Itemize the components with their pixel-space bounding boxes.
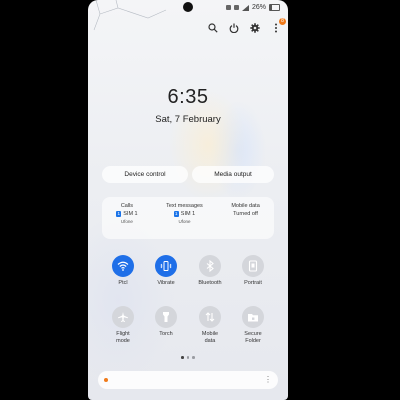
device-control-button[interactable]: Device control (102, 166, 188, 183)
page-dot (192, 356, 195, 359)
sim-icon (233, 5, 239, 10)
torch-icon[interactable] (155, 306, 177, 328)
sim-messages[interactable]: Text messages 1 SIM 1 Ufone (166, 203, 203, 224)
search-icon[interactable] (207, 22, 219, 34)
toggle-secure-folder-label: Secure Folder (244, 331, 262, 344)
sim-number-icon: 1 (116, 211, 122, 217)
sim-number-icon: 1 (173, 211, 179, 217)
mobile-data-icon[interactable] (199, 306, 221, 328)
toggle-flight-mode[interactable]: Flight mode (108, 306, 138, 344)
sim-mobile-data-status: Turned off (233, 211, 258, 217)
toggle-portrait[interactable]: Portrait (238, 255, 268, 287)
settings-gear-icon[interactable] (249, 22, 261, 34)
toggle-bluetooth[interactable]: Bluetooth (195, 255, 225, 287)
media-output-label: Media output (214, 171, 252, 178)
toggle-wifi[interactable]: Ptcl (108, 255, 138, 287)
secure-folder-icon[interactable] (242, 306, 264, 328)
airplane-icon[interactable] (112, 306, 134, 328)
notification-badge: 8 (279, 18, 286, 25)
toggle-mobile-data-label: Mobile data (201, 331, 219, 344)
wifi-icon[interactable] (112, 255, 134, 277)
battery-icon (269, 4, 280, 11)
power-icon[interactable] (228, 22, 240, 34)
toggle-torch-label: Torch (159, 331, 173, 337)
page-dot (186, 356, 190, 359)
signal-icon (241, 4, 249, 11)
sim-messages-operator: Ufone (178, 219, 191, 224)
bluetooth-icon[interactable] (199, 255, 221, 277)
device-control-label: Device control (124, 171, 166, 178)
page-indicator (88, 356, 288, 359)
more-options-icon[interactable]: 8 (270, 18, 286, 34)
status-bar: 26% (225, 4, 280, 11)
media-output-button[interactable]: Media output (192, 166, 274, 183)
vibrate-icon[interactable] (155, 255, 177, 277)
toggle-secure-folder[interactable]: Secure Folder (238, 306, 268, 344)
toggle-flight-mode-label: Flight mode (116, 331, 130, 344)
sim-mobile-data[interactable]: Mobile data Turned off (231, 203, 259, 217)
sim-manager-card[interactable]: Calls 1 SIM 1 Ufone Text messages 1 SIM … (102, 197, 274, 239)
sim-calls[interactable]: Calls 1 SIM 1 Ufone (116, 203, 138, 224)
toggle-portrait-label: Portrait (244, 280, 262, 286)
sim-mobile-data-title: Mobile data (231, 203, 260, 209)
quick-panel: 26% 8 6:35 Sat, 7 February Device contro… (88, 0, 288, 400)
more-options-icon[interactable]: ⋮ (264, 376, 272, 384)
toggle-mobile-data[interactable]: Mobile data (195, 306, 225, 344)
sim-messages-sim: SIM 1 (180, 211, 196, 217)
front-camera (183, 2, 193, 12)
brightness-bar[interactable]: ⋮ (98, 371, 278, 389)
toggle-vibrate[interactable]: Vibrate (151, 255, 181, 287)
clock-time: 6:35 (167, 86, 209, 108)
portrait-icon[interactable] (242, 255, 264, 277)
page-dot (181, 356, 184, 359)
toggle-vibrate-label: Vibrate (157, 280, 175, 286)
clock-date: Sat, 7 February (155, 114, 221, 125)
sim-calls-operator: Ufone (120, 219, 133, 224)
toggle-torch[interactable]: Torch (151, 306, 181, 338)
brightness-thumb-icon[interactable] (104, 378, 108, 382)
sim-messages-title: Text messages (166, 203, 203, 209)
toggle-wifi-label: Ptcl (118, 280, 128, 286)
sim-calls-title: Calls (120, 203, 134, 209)
sim-calls-sim: SIM 1 (123, 211, 138, 217)
panel-top-icons: 8 (207, 18, 286, 34)
battery-percent: 26% (251, 4, 266, 11)
notification-icon (225, 5, 231, 10)
toggle-bluetooth-label: Bluetooth (198, 280, 222, 286)
